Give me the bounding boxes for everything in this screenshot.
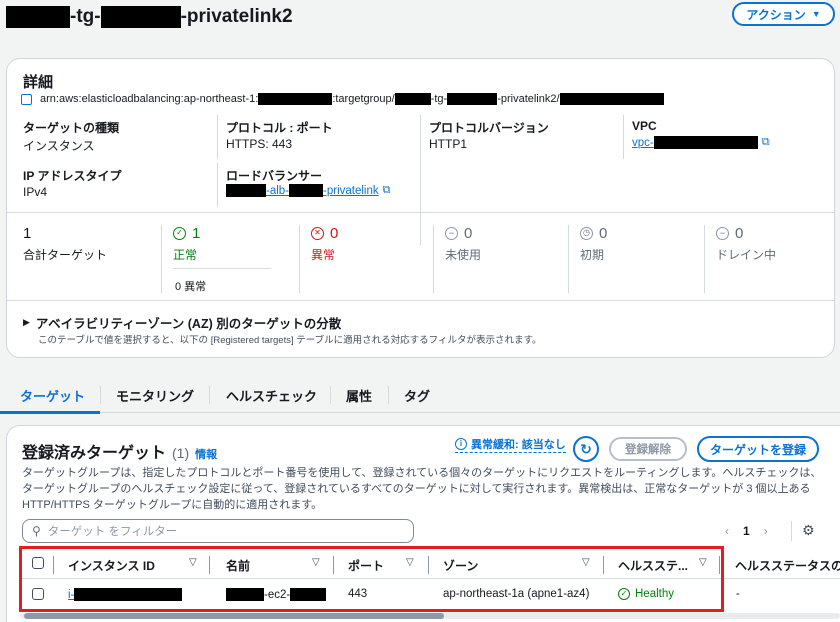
target-type-label: ターゲットの種類 — [23, 121, 120, 135]
protocol-version-label: プロトコルバージョン — [429, 121, 549, 135]
redacted — [258, 93, 333, 105]
info-icon: i — [455, 438, 467, 450]
col-health-status-detail[interactable]: ヘルスステータスの — [735, 557, 840, 574]
chevron-left-icon[interactable]: ‹ — [725, 524, 729, 538]
details-heading: 詳細 — [23, 74, 54, 91]
minus-circle-icon: − — [716, 227, 729, 240]
scrollbar-thumb[interactable] — [24, 613, 444, 619]
page-number[interactable]: 1 — [743, 524, 750, 538]
redacted — [226, 184, 266, 197]
info-link[interactable]: 情報 — [195, 446, 217, 462]
details-card: 詳細 arn:aws:elasticloadbalancing:ap-north… — [6, 58, 835, 358]
vpc-link[interactable]: vpc- ⧉ — [632, 136, 770, 149]
stat-healthy-sub: 0 異常 — [175, 281, 207, 293]
ip-type-value: IPv4 — [23, 185, 48, 199]
caret-right-icon: ▶ — [23, 317, 30, 327]
tab-attributes[interactable]: 属性 — [346, 386, 372, 405]
pagination: ‹ 1 › — [725, 524, 768, 538]
arn-row: arn:aws:elasticloadbalancing:ap-northeas… — [21, 93, 664, 105]
highlight-box — [19, 546, 724, 612]
redacted — [559, 93, 664, 105]
page-title: -tg- -privatelink2 — [6, 4, 293, 30]
horizontal-scrollbar[interactable] — [20, 613, 840, 619]
ip-type-label: IP アドレスタイプ — [23, 169, 122, 183]
x-circle-icon: ✕ — [311, 227, 324, 240]
caret-down-icon: ▼ — [811, 9, 821, 19]
tab-health-check[interactable]: ヘルスチェック — [226, 386, 317, 405]
search-icon: ⚲ — [32, 524, 41, 538]
check-circle-icon: ✓ — [173, 227, 186, 240]
redacted — [289, 184, 324, 197]
clock-icon: ◷ — [580, 227, 593, 240]
az-expander[interactable]: ▶ アベイラビリティーゾーン (AZ) 別のターゲットの分散 — [23, 313, 341, 332]
minus-circle-icon: − — [445, 227, 458, 240]
refresh-icon: ↻ — [580, 440, 592, 457]
registered-title: 登録済みターゲット (1) 情報 — [22, 445, 218, 462]
chevron-right-icon[interactable]: › — [764, 524, 768, 538]
register-targets-button[interactable]: ターゲットを登録 — [697, 436, 819, 462]
stat-healthy[interactable]: ✓ 1 正常 — [173, 225, 200, 263]
protocol-port-label: プロトコル : ポート — [226, 121, 333, 135]
refresh-button[interactable]: ↻ — [573, 436, 599, 462]
protocol-port-value: HTTPS: 443 — [226, 137, 293, 151]
health-detail: - — [736, 588, 740, 600]
redacted — [447, 93, 498, 105]
stat-initial[interactable]: ◷ 0 初期 — [580, 225, 607, 263]
vpc-label: VPC — [632, 119, 657, 133]
actions-button[interactable]: アクション ▼ — [732, 2, 835, 26]
stat-unused[interactable]: − 0 未使用 — [445, 225, 481, 263]
settings-gear-icon[interactable]: ⚙ — [802, 522, 815, 539]
tab-tags[interactable]: タグ — [404, 386, 430, 405]
redacted — [394, 93, 431, 105]
lb-link[interactable]: -alb- -privatelink ⧉ — [226, 184, 390, 197]
anomaly-mitigation[interactable]: i 異常緩和: 該当なし — [455, 436, 566, 453]
redacted — [100, 6, 181, 28]
deregister-button[interactable]: 登録解除 — [609, 437, 687, 461]
external-link-icon: ⧉ — [382, 184, 391, 196]
stat-unhealthy[interactable]: ✕ 0 異常 — [311, 225, 338, 263]
tab-monitoring[interactable]: モニタリング — [116, 386, 194, 405]
redacted — [653, 136, 758, 149]
tab-targets[interactable]: ターゲット — [20, 386, 85, 405]
az-description: このテーブルで値を選択すると、以下の [Registered targets] … — [38, 335, 542, 346]
registered-description: ターゲットグループは、指定したプロトコルとポート番号を使用して、登録されている個… — [22, 467, 822, 511]
external-link-icon: ⧉ — [761, 136, 770, 148]
protocol-version-value: HTTP1 — [429, 137, 468, 151]
stat-draining[interactable]: − 0 ドレイン中 — [716, 225, 776, 263]
filter-input[interactable]: ⚲ ターゲット をフィルター — [22, 519, 414, 543]
copy-icon[interactable] — [21, 93, 32, 105]
lb-label: ロードバランサー — [226, 169, 323, 183]
stat-total: 1 合計ターゲット — [23, 225, 108, 262]
redacted — [6, 6, 70, 28]
target-type-value: インスタンス — [23, 139, 95, 153]
